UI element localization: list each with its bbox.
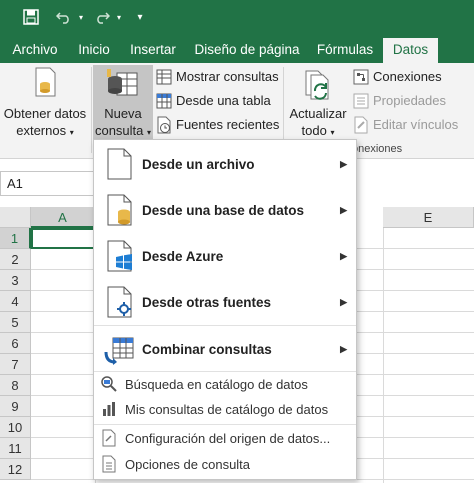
obtener-datos-label-2: externos ▾ bbox=[16, 123, 74, 138]
select-all-corner[interactable] bbox=[0, 207, 31, 228]
menu-item-combinar-consultas[interactable]: Combinar consultas ▶ bbox=[94, 326, 356, 372]
properties-icon bbox=[353, 93, 369, 109]
tab-datos[interactable]: Datos bbox=[383, 38, 438, 63]
obtener-datos-label-1: Obtener datos bbox=[3, 106, 87, 121]
edit-links-icon bbox=[354, 116, 368, 134]
menu-label-opciones-consulta: Opciones de consulta bbox=[125, 456, 251, 472]
conexiones-button[interactable]: Conexiones bbox=[352, 66, 442, 88]
get-external-data-icon bbox=[31, 65, 59, 99]
menu-label-desde-azure: Desde Azure bbox=[142, 248, 224, 264]
tab-insertar[interactable]: Insertar bbox=[122, 36, 184, 63]
submenu-arrow-icon: ▶ bbox=[340, 158, 347, 169]
tab-diseno-pagina[interactable]: Diseño de página bbox=[188, 36, 306, 63]
row-header-8[interactable]: 8 bbox=[0, 375, 31, 396]
from-table-icon bbox=[156, 93, 172, 109]
obtener-datos-externos-button[interactable]: Obtener datos externos ▾ bbox=[0, 65, 90, 145]
propiedades-label: Propiedades bbox=[373, 93, 446, 108]
menu-label-mis-consultas-catalogo: Mis consultas de catálogo de datos bbox=[125, 401, 329, 417]
grid-line bbox=[383, 228, 384, 483]
azure-icon bbox=[107, 240, 132, 272]
editar-vinculos-button[interactable]: Editar vínculos bbox=[352, 114, 458, 136]
actualizar-todo-button[interactable]: Actualizar todo ▾ bbox=[285, 65, 351, 145]
column-header-a[interactable]: A bbox=[31, 207, 95, 228]
desde-tabla-label: Desde una tabla bbox=[176, 93, 271, 108]
query-options-icon bbox=[102, 455, 116, 473]
redo-icon[interactable] bbox=[91, 7, 113, 27]
row-header-3[interactable]: 3 bbox=[0, 270, 31, 291]
row-header-5[interactable]: 5 bbox=[0, 312, 31, 333]
database-icon bbox=[107, 194, 132, 226]
my-catalog-queries-icon bbox=[103, 402, 115, 416]
menu-item-mis-consultas-catalogo[interactable]: Mis consultas de catálogo de datos bbox=[94, 397, 356, 421]
menu-item-opciones-consulta[interactable]: Opciones de consulta bbox=[94, 452, 356, 476]
ribbon-tabs: Archivo Inicio Insertar Diseño de página… bbox=[0, 36, 474, 63]
row-header-2[interactable]: 2 bbox=[0, 249, 31, 270]
actualizar-label-1: Actualizar bbox=[289, 106, 347, 121]
new-query-icon bbox=[105, 69, 141, 101]
combine-queries-icon bbox=[104, 337, 134, 365]
submenu-arrow-icon: ▶ bbox=[340, 250, 347, 261]
row-header-11[interactable]: 11 bbox=[0, 438, 31, 459]
name-box[interactable]: A1 bbox=[0, 171, 94, 196]
row-header-9[interactable]: 9 bbox=[0, 396, 31, 417]
row-header-4[interactable]: 4 bbox=[0, 291, 31, 312]
row-header-6[interactable]: 6 bbox=[0, 333, 31, 354]
menu-item-desde-otras-fuentes[interactable]: Desde otras fuentes ▶ bbox=[94, 279, 356, 325]
title-bar: ▾ ▾ ▾ bbox=[0, 0, 474, 36]
menu-label-configuracion-origen: Configuración del origen de datos... bbox=[125, 430, 331, 446]
submenu-arrow-icon: ▶ bbox=[340, 296, 347, 307]
menu-label-desde-base-datos: Desde una base de datos bbox=[142, 202, 305, 218]
menu-item-desde-base-datos[interactable]: Desde una base de datos ▶ bbox=[94, 187, 356, 233]
desde-tabla-button[interactable]: Desde una tabla bbox=[155, 90, 271, 112]
submenu-arrow-icon: ▶ bbox=[340, 204, 347, 215]
submenu-arrow-icon: ▶ bbox=[340, 343, 347, 354]
file-icon bbox=[107, 148, 132, 180]
menu-item-desde-azure[interactable]: Desde Azure ▶ bbox=[94, 233, 356, 279]
group-label-conexiones: onexiones bbox=[352, 143, 403, 155]
menu-item-desde-archivo[interactable]: Desde un archivo ▶ bbox=[94, 141, 356, 187]
active-cell-a1[interactable] bbox=[31, 228, 95, 249]
menu-label-combinar-consultas: Combinar consultas bbox=[142, 341, 272, 357]
row-header-1[interactable]: 1 bbox=[0, 228, 31, 249]
column-header-e[interactable]: E bbox=[383, 207, 474, 228]
undo-dropdown-icon[interactable]: ▾ bbox=[76, 7, 86, 27]
catalog-search-icon bbox=[101, 376, 117, 392]
tab-archivo[interactable]: Archivo bbox=[4, 36, 66, 63]
save-icon[interactable] bbox=[20, 7, 42, 27]
menu-label-desde-archivo: Desde un archivo bbox=[142, 156, 255, 172]
menu-item-configuracion-origen[interactable]: Configuración del origen de datos... bbox=[94, 426, 356, 450]
menu-separator bbox=[94, 424, 356, 425]
fuentes-recientes-label: Fuentes recientes bbox=[176, 117, 280, 132]
row-header-12[interactable]: 12 bbox=[0, 459, 31, 480]
menu-label-desde-otras-fuentes: Desde otras fuentes bbox=[142, 294, 272, 310]
row-header-7[interactable]: 7 bbox=[0, 354, 31, 375]
mostrar-consultas-button[interactable]: Mostrar consultas bbox=[155, 66, 279, 88]
recent-sources-icon bbox=[157, 116, 171, 134]
customize-qat-icon[interactable]: ▾ bbox=[134, 7, 146, 27]
nueva-consulta-label-1: Nueva bbox=[104, 106, 142, 121]
nueva-consulta-button[interactable]: Nueva consulta ▾ bbox=[93, 65, 153, 141]
undo-icon[interactable] bbox=[53, 7, 75, 27]
editar-vinculos-label: Editar vínculos bbox=[373, 117, 459, 132]
tab-inicio[interactable]: Inicio bbox=[70, 36, 118, 63]
ribbon-divider bbox=[91, 67, 92, 153]
propiedades-button[interactable]: Propiedades bbox=[352, 90, 446, 112]
mostrar-consultas-label: Mostrar consultas bbox=[176, 69, 279, 84]
row-header-10[interactable]: 10 bbox=[0, 417, 31, 438]
tab-formulas[interactable]: Fórmulas bbox=[310, 36, 380, 63]
nueva-consulta-menu: Desde un archivo ▶ Desde una base de dat… bbox=[93, 139, 357, 480]
fuentes-recientes-button[interactable]: Fuentes recientes bbox=[155, 114, 279, 136]
show-queries-icon bbox=[156, 69, 172, 85]
menu-label-busqueda-catalogo: Búsqueda en catálogo de datos bbox=[125, 376, 308, 392]
connections-icon bbox=[353, 69, 369, 85]
other-sources-icon bbox=[107, 286, 132, 318]
conexiones-label: Conexiones bbox=[373, 69, 442, 84]
menu-item-busqueda-catalogo[interactable]: Búsqueda en catálogo de datos bbox=[94, 372, 356, 396]
refresh-all-icon bbox=[302, 69, 334, 103]
redo-dropdown-icon[interactable]: ▾ bbox=[114, 7, 124, 27]
data-source-settings-icon bbox=[102, 429, 116, 447]
